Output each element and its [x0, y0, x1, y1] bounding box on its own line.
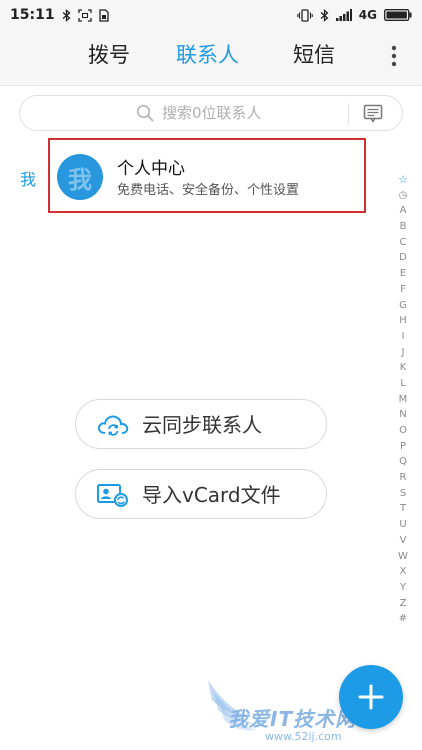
alpha-index-item[interactable]: V — [400, 533, 407, 549]
alpha-index-item[interactable]: A — [400, 203, 407, 219]
alpha-index-item[interactable]: O — [399, 423, 407, 439]
alpha-index-item[interactable]: ☆ — [398, 172, 408, 188]
profile-subtitle: 免费电话、安全备份、个性设置 — [117, 183, 300, 198]
alpha-index-item[interactable]: G — [399, 298, 407, 314]
import-vcard-icon — [96, 482, 130, 512]
add-contact-button[interactable] — [339, 665, 403, 729]
alpha-index-item[interactable]: J — [402, 345, 405, 361]
alpha-index-item[interactable]: ◷ — [399, 188, 408, 204]
signal-icon — [335, 9, 352, 21]
alpha-index-item[interactable]: W — [398, 549, 408, 565]
watermark-url: www.52ij.com — [265, 730, 342, 743]
alpha-index-item[interactable]: N — [399, 407, 406, 423]
more-menu-button[interactable] — [384, 43, 404, 69]
screenshot-icon — [77, 8, 92, 22]
sim-icon — [98, 8, 109, 22]
top-tab-bar: 拨号 联系人 短信 — [0, 30, 422, 86]
alpha-index-item[interactable]: R — [400, 470, 407, 486]
search-placeholder: 搜索0位联系人 — [162, 104, 262, 122]
status-time: 15:11 — [10, 7, 55, 23]
alpha-index-item[interactable]: T — [400, 501, 406, 517]
alpha-index-item[interactable]: B — [400, 219, 407, 235]
tab-dial[interactable]: 拨号 — [88, 40, 130, 70]
search-icon — [136, 104, 154, 126]
import-vcard-button[interactable]: 导入vCard文件 — [75, 469, 327, 519]
status-left: 15:11 — [10, 7, 109, 23]
cloud-sync-contacts-button[interactable]: 云同步联系人 — [75, 399, 327, 449]
alpha-index-item[interactable]: H — [399, 313, 407, 329]
business-card-scan-icon[interactable] — [363, 103, 383, 127]
network-type: 4G — [358, 8, 377, 22]
personal-center-item[interactable]: 我 个人中心 免费电话、安全备份、个性设置 — [48, 138, 366, 213]
alpha-index-item[interactable]: C — [400, 235, 407, 251]
section-header-me: 我 — [20, 170, 37, 189]
search-divider — [348, 103, 349, 125]
alpha-index-item[interactable]: Z — [400, 596, 407, 612]
more-vert-icon — [391, 45, 397, 67]
alpha-index-item[interactable]: D — [399, 250, 407, 266]
bluetooth-icon — [320, 8, 329, 22]
alpha-index-item[interactable]: L — [400, 376, 406, 392]
cloud-sync-icon — [96, 412, 130, 442]
alpha-index-item[interactable]: F — [400, 282, 406, 298]
avatar: 我 — [57, 154, 103, 200]
vibrate-icon — [297, 8, 313, 22]
status-right: 4G — [297, 8, 412, 22]
alphabet-index[interactable]: ☆ ◷ A B C D E F G H I J K L M N O P Q R S T U V W X Y Z # — [393, 172, 413, 627]
avatar-glyph: 我 — [68, 165, 92, 194]
alpha-index-item[interactable]: U — [399, 517, 406, 533]
alpha-index-item[interactable]: E — [400, 266, 406, 282]
watermark-text: 我爱IT技术网 — [228, 707, 357, 731]
tab-contacts[interactable]: 联系人 — [176, 40, 239, 70]
plus-icon — [358, 684, 384, 710]
alpha-index-item[interactable]: Y — [400, 580, 406, 596]
import-vcard-label: 导入vCard文件 — [142, 483, 281, 507]
bluetooth-icon — [62, 8, 71, 22]
cloud-sync-label: 云同步联系人 — [142, 413, 262, 437]
search-input[interactable]: 搜索0位联系人 — [19, 95, 403, 131]
alpha-index-item[interactable]: X — [400, 564, 407, 580]
alpha-index-item[interactable]: # — [399, 611, 407, 627]
alpha-index-item[interactable]: P — [400, 439, 406, 455]
tab-sms[interactable]: 短信 — [293, 40, 335, 70]
alpha-index-item[interactable]: M — [399, 392, 408, 408]
alpha-index-item[interactable]: Q — [399, 454, 407, 470]
battery-icon — [384, 9, 412, 21]
alpha-index-item[interactable]: S — [400, 486, 406, 502]
alpha-index-item[interactable]: I — [402, 329, 405, 345]
status-bar: 15:11 4G — [0, 0, 422, 30]
profile-title: 个人中心 — [117, 159, 185, 179]
alpha-index-item[interactable]: K — [400, 360, 407, 376]
